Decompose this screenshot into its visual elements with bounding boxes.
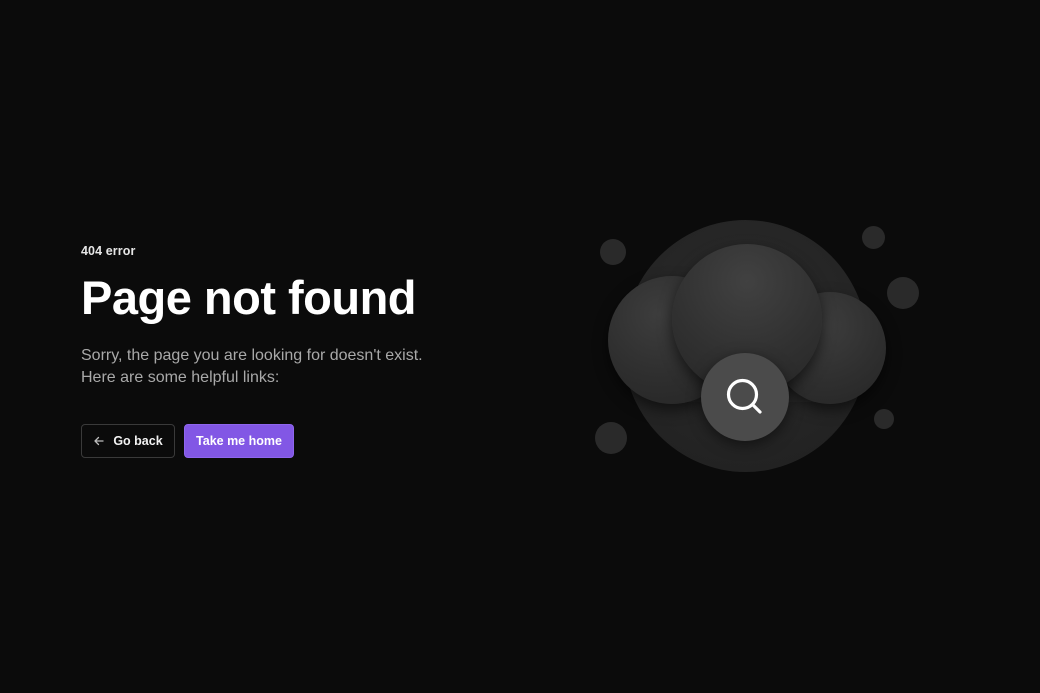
decor-dot: [874, 409, 894, 429]
search-badge: [701, 353, 789, 441]
action-buttons: Go back Take me home: [81, 424, 501, 458]
error-content: 404 error Page not found Sorry, the page…: [81, 243, 501, 458]
description-line-1: Sorry, the page you are looking for does…: [81, 347, 423, 364]
decor-dot: [887, 277, 919, 309]
not-found-page: 404 error Page not found Sorry, the page…: [0, 0, 1040, 693]
take-me-home-label: Take me home: [196, 434, 282, 448]
decor-dot: [595, 422, 627, 454]
decor-dot: [600, 239, 626, 265]
not-found-illustration: [585, 210, 935, 490]
description-line-2: Here are some helpful links:: [81, 369, 280, 386]
page-title: Page not found: [81, 271, 417, 324]
arrow-left-icon: [94, 436, 104, 446]
error-description: Sorry, the page you are looking for does…: [81, 345, 501, 389]
error-code-label: 404 error: [81, 244, 136, 258]
take-me-home-button[interactable]: Take me home: [184, 424, 294, 458]
go-back-button[interactable]: Go back: [81, 424, 175, 458]
go-back-label: Go back: [113, 434, 163, 448]
search-icon: [726, 378, 762, 414]
decor-dot: [862, 226, 885, 249]
